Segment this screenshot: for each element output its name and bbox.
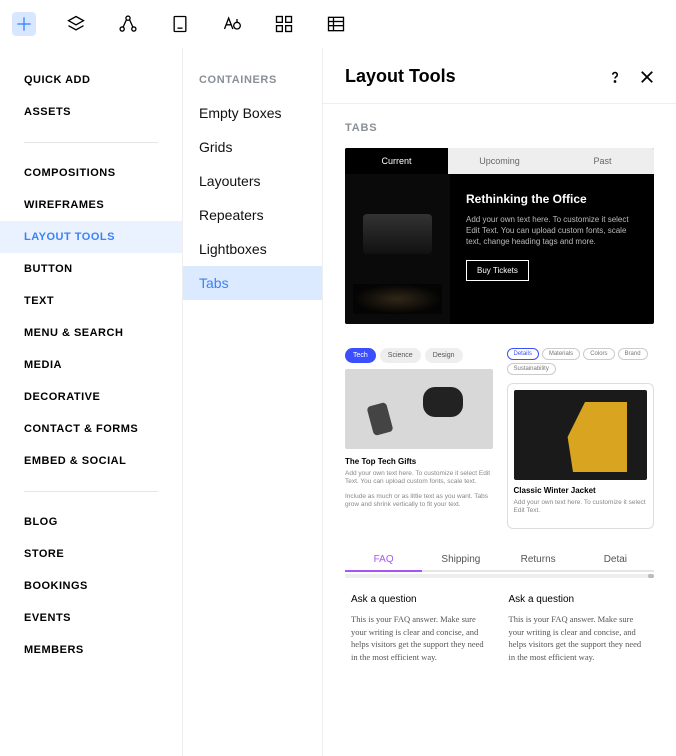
layers-icon[interactable] [64,12,88,36]
sidebar-item-embed-social[interactable]: EMBED & SOCIAL [0,445,182,477]
preview2-desc1: Add your own text here. To customize it … [345,470,493,487]
preview3-title: Classic Winter Jacket [514,486,648,495]
category-sidebar: QUICK ADDASSETS COMPOSITIONSWIREFRAMESLAY… [0,48,183,756]
grid-icon[interactable] [272,12,296,36]
faq-question-1: Ask a question [351,594,491,605]
tabs-preview-faq[interactable]: FAQShippingReturnsDetai Ask a question T… [345,549,654,664]
sidebar-item-assets[interactable]: ASSETS [0,96,182,128]
sidebar-divider [24,491,158,492]
nodes-icon[interactable] [116,12,140,36]
faq-answer-2: This is your FAQ answer. Make sure your … [509,613,649,664]
sidebar-item-members[interactable]: MEMBERS [0,634,182,666]
sidebar-item-layout-tools[interactable]: LAYOUT TOOLS [0,221,182,253]
preview4-tab: Shipping [422,549,499,570]
preview2-tab: Science [380,348,421,363]
sidebar-item-blog[interactable]: BLOG [0,506,182,538]
container-item-empty-boxes[interactable]: Empty Boxes [183,96,322,130]
preview2-tab: Design [425,348,463,363]
preview4-tab: Returns [500,549,577,570]
sidebar-item-store[interactable]: STORE [0,538,182,570]
preview2-tab: Tech [345,348,376,363]
preview1-tab: Past [551,148,654,174]
preview4-tab: Detai [577,549,654,570]
tabs-preview-pills[interactable]: Tech Science Design The Top Tech Gifts Add… [345,348,493,529]
preview1-title: Rethinking the Office [466,192,638,206]
preview3-desc: Add your own text here. To customize it … [514,499,648,516]
sidebar-item-text[interactable]: TEXT [0,285,182,317]
preview-panel: Layout Tools TABS CurrentUpcomingPast [323,48,676,756]
faq-question-2: Ask a question [509,594,649,605]
page-icon[interactable] [168,12,192,36]
preview1-desc: Add your own text here. To customize it … [466,214,638,248]
preview3-tag: Details [507,348,539,360]
sidebar-item-compositions[interactable]: COMPOSITIONS [0,157,182,189]
section-label: TABS [345,122,654,134]
preview3-tag: Colors [583,348,614,360]
top-toolbar [0,0,676,48]
preview1-button: Buy Tickets [466,260,529,281]
containers-heading: CONTAINERS [183,66,322,96]
container-item-lightboxes[interactable]: Lightboxes [183,232,322,266]
sidebar-item-menu-search[interactable]: MENU & SEARCH [0,317,182,349]
sidebar-item-decorative[interactable]: DECORATIVE [0,381,182,413]
sidebar-item-wireframes[interactable]: WIREFRAMES [0,189,182,221]
sidebar-item-button[interactable]: BUTTON [0,253,182,285]
sidebar-item-media[interactable]: MEDIA [0,349,182,381]
list-icon[interactable] [324,12,348,36]
container-item-tabs[interactable]: Tabs [183,266,322,300]
preview1-image [345,174,450,324]
container-item-repeaters[interactable]: Repeaters [183,198,322,232]
container-item-layouters[interactable]: Layouters [183,164,322,198]
preview1-tab: Current [345,148,448,174]
tabs-preview-hero[interactable]: CurrentUpcomingPast Rethinking the Offic… [345,148,654,324]
sidebar-divider [24,142,158,143]
preview2-image [345,369,493,449]
preview2-desc2: Include as much or as little text as you… [345,493,493,510]
help-icon[interactable] [606,68,624,86]
preview4-tab: FAQ [345,549,422,570]
text-style-icon[interactable] [220,12,244,36]
preview3-tag: Materials [542,348,580,360]
panel-title: Layout Tools [345,66,456,87]
add-icon[interactable] [12,12,36,36]
preview1-tab: Upcoming [448,148,551,174]
containers-column: CONTAINERS Empty BoxesGridsLayoutersRepe… [183,48,323,756]
sidebar-item-quick-add[interactable]: QUICK ADD [0,64,182,96]
preview3-tag: Sustainability [507,363,556,375]
preview3-image [514,390,648,480]
preview4-scrollbar [345,574,654,578]
container-item-grids[interactable]: Grids [183,130,322,164]
faq-answer-1: This is your FAQ answer. Make sure your … [351,613,491,664]
close-icon[interactable] [638,68,656,86]
sidebar-item-bookings[interactable]: BOOKINGS [0,570,182,602]
sidebar-item-contact-forms[interactable]: CONTACT & FORMS [0,413,182,445]
tabs-preview-tags[interactable]: DetailsMaterialsColors Brand Sustainabilit… [507,348,655,529]
preview2-title: The Top Tech Gifts [345,457,493,466]
preview3-tag: Brand [618,348,648,360]
sidebar-item-events[interactable]: EVENTS [0,602,182,634]
